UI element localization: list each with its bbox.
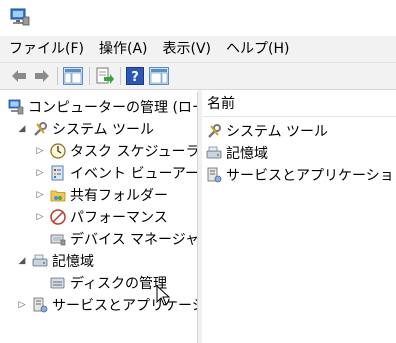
tree-item-event-viewer[interactable]: ▷ イベント ビューアー	[34, 162, 198, 184]
tree-item-label: デバイス マネージャー	[70, 232, 198, 248]
column-header-name[interactable]: 名前	[202, 92, 396, 117]
expand-icon[interactable]: ▷	[34, 167, 46, 179]
tree-item-task-scheduler[interactable]: ▷ タスク スケジューラ	[34, 140, 198, 162]
title-bar	[0, 0, 396, 36]
expand-icon[interactable]: ▷	[16, 299, 28, 311]
services-icon	[33, 297, 48, 313]
mouse-cursor-icon	[156, 285, 171, 306]
list-item-storage[interactable]: 記憶域	[206, 142, 268, 164]
device-manager-icon	[50, 234, 66, 246]
tree-item-system-tools[interactable]: ◢ システム ツール	[16, 118, 154, 140]
tree-item-label: 共有フォルダー	[70, 188, 168, 204]
tree-item-label: 記憶域	[52, 254, 94, 270]
tree-item-label: コンピューターの管理 (ローカ	[28, 100, 197, 116]
tree-item-performance[interactable]: ▷ パフォーマンス	[34, 206, 168, 228]
back-arrow-icon[interactable]	[10, 67, 28, 85]
tree-item-label: パフォーマンス	[70, 210, 168, 226]
toolbar-separator	[89, 67, 90, 85]
disk-management-icon	[50, 277, 65, 289]
computer-management-icon	[8, 99, 24, 115]
expand-icon[interactable]: ▷	[34, 189, 46, 201]
tools-icon	[34, 122, 47, 136]
list-item-label: システム ツール	[226, 124, 329, 140]
collapse-icon[interactable]: ◢	[16, 123, 28, 135]
tree-item-shared-folders[interactable]: ▷ 共有フォルダー	[34, 184, 168, 206]
computer-management-icon	[10, 8, 30, 26]
services-icon	[207, 167, 222, 183]
export-list-icon[interactable]	[96, 67, 114, 85]
expand-icon[interactable]: ▷	[34, 145, 46, 157]
tools-icon	[208, 124, 221, 138]
tree-item-storage[interactable]: ◢ 記憶域	[16, 250, 94, 272]
svg-text:?: ?	[131, 70, 139, 85]
show-hide-action-pane-icon[interactable]	[149, 67, 169, 85]
toolbar-separator	[57, 67, 58, 85]
shared-folder-icon	[50, 190, 66, 202]
tree-item-label: システム ツール	[52, 122, 155, 138]
menu-file[interactable]: ファイル(F)	[3, 36, 90, 62]
forward-arrow-icon[interactable]	[33, 67, 51, 85]
performance-icon	[50, 209, 66, 225]
help-icon[interactable]: ?	[126, 67, 144, 85]
toolbar: ?	[0, 63, 396, 90]
tree-item-computer-management[interactable]: コンピューターの管理 (ローカ	[8, 96, 197, 118]
storage-icon	[32, 254, 48, 267]
toolbar-separator	[120, 67, 121, 85]
tree-item-device-manager[interactable]: デバイス マネージャー	[50, 228, 198, 250]
results-pane: 名前 システム ツール 記憶域 サービスとアプリケーション	[202, 92, 396, 343]
tree-item-label: ディスクの管理	[70, 276, 168, 292]
tree-item-disk-management[interactable]: ディスクの管理	[50, 272, 167, 294]
tree-item-label: タスク スケジューラ	[70, 144, 198, 160]
menu-help[interactable]: ヘルプ(H)	[220, 36, 295, 62]
list-item-system-tools[interactable]: システム ツール	[206, 120, 328, 142]
menu-bar: ファイル(F) 操作(A) 表示(V) ヘルプ(H)	[0, 36, 396, 63]
show-hide-tree-icon[interactable]	[63, 67, 83, 85]
storage-icon	[206, 146, 222, 159]
collapse-icon[interactable]: ◢	[16, 255, 28, 267]
tree-item-label: イベント ビューアー	[70, 166, 198, 182]
list-item-label: サービスとアプリケーション	[226, 168, 396, 184]
event-log-icon	[51, 165, 64, 181]
list-item-label: 記憶域	[226, 146, 268, 162]
menu-action[interactable]: 操作(A)	[93, 36, 154, 62]
expand-icon[interactable]: ▷	[34, 211, 46, 223]
tree-item-label: サービスとアプリケーション	[52, 298, 197, 314]
list-item-services-and-applications[interactable]: サービスとアプリケーション	[206, 164, 396, 186]
menu-view[interactable]: 表示(V)	[157, 36, 218, 62]
clock-icon	[50, 143, 66, 159]
